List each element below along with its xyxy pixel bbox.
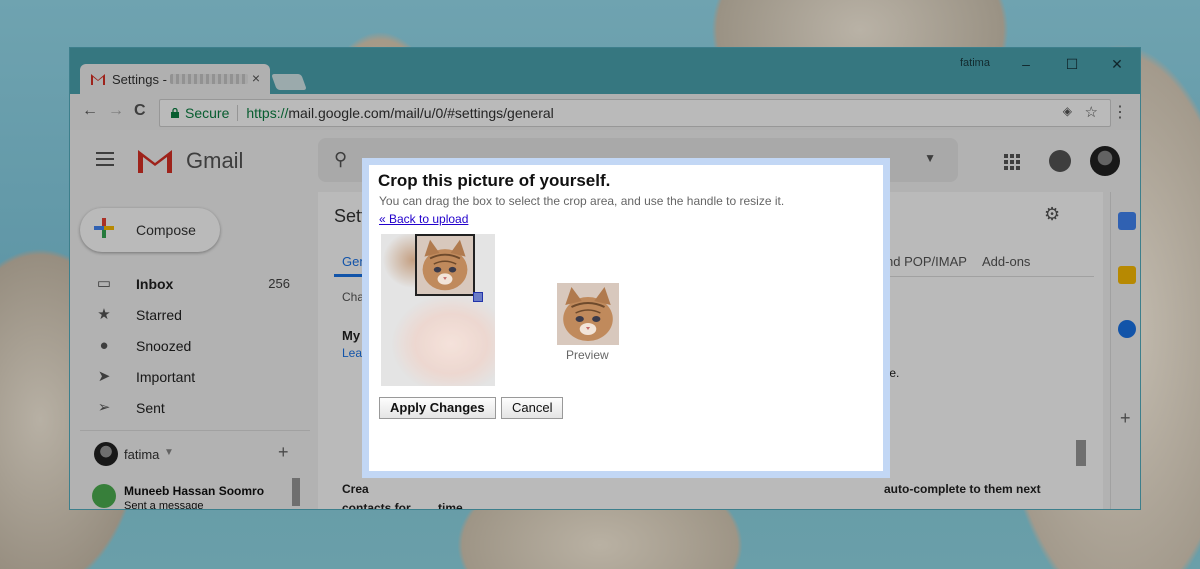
dialog-title: Crop this picture of yourself. [378, 171, 611, 190]
back-to-upload-link[interactable]: « Back to upload [379, 212, 468, 226]
dialog-instructions: You can drag the box to select the crop … [379, 194, 785, 208]
kitten-preview [557, 283, 619, 345]
browser-window: Settings - × fatima – ☐ ✕ ← → C Secure h… [70, 48, 1140, 509]
crop-resize-handle[interactable] [473, 292, 483, 302]
cancel-button[interactable]: Cancel [501, 397, 564, 419]
apply-changes-button[interactable]: Apply Changes [379, 397, 496, 419]
kitten-photo [417, 236, 473, 294]
crop-photo-dialog: Crop this picture of yourself. You can d… [362, 158, 890, 478]
preview-label: Preview [566, 348, 609, 362]
crop-source-image[interactable] [381, 234, 495, 386]
crop-preview-image [557, 283, 619, 345]
crop-selection-box[interactable] [415, 234, 475, 296]
crop-dialog-body: Crop this picture of yourself. You can d… [369, 165, 883, 471]
